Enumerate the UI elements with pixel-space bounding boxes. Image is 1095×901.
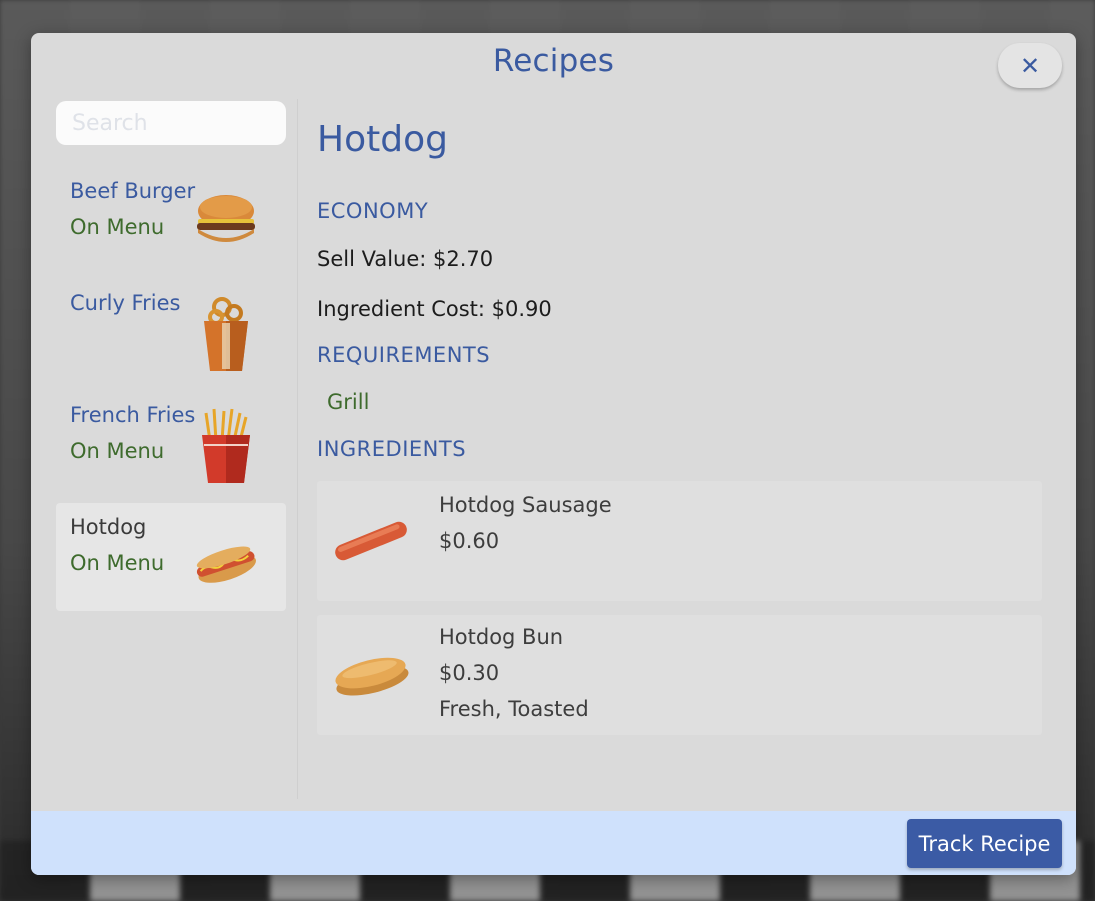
ingredient-price: $0.60 <box>439 529 500 553</box>
hotdog-icon <box>196 546 256 583</box>
recipes-modal: Recipes ✕ Beef Burger On Menu Curly Frie… <box>31 33 1076 875</box>
search-input[interactable] <box>56 101 286 145</box>
ingredient-card-bun: Hotdog Bun $0.30 Fresh, Toasted <box>317 615 1042 735</box>
bun-icon <box>335 657 409 696</box>
recipe-detail: Hotdog ECONOMY Sell Value: $2.70 Ingredi… <box>317 99 1042 799</box>
recipe-status: On Menu <box>70 215 165 239</box>
french-fries-icon <box>202 408 250 483</box>
ingredient-name: Hotdog Sausage <box>439 493 612 517</box>
ingredient-price: $0.30 <box>439 661 500 685</box>
modal-title: Recipes <box>492 43 615 79</box>
recipe-item-hotdog[interactable]: Hotdog On Menu <box>56 503 286 611</box>
requirements-heading: REQUIREMENTS <box>317 343 491 367</box>
ingredient-name: Hotdog Bun <box>439 625 564 649</box>
close-button[interactable]: ✕ <box>998 43 1062 88</box>
recipe-item-beef-burger[interactable]: Beef Burger On Menu <box>56 167 286 275</box>
recipe-item-french-fries[interactable]: French Fries On Menu <box>56 391 286 499</box>
recipe-status: On Menu <box>70 551 165 575</box>
economy-heading: ECONOMY <box>317 199 429 223</box>
requirement-item: Grill <box>327 390 370 414</box>
recipe-title: Hotdog <box>317 119 448 160</box>
recipe-name: Beef Burger <box>70 179 196 203</box>
ingredients-heading: INGREDIENTS <box>317 437 467 461</box>
burger-icon <box>197 195 255 242</box>
recipe-name: French Fries <box>70 403 196 427</box>
recipe-name: Curly Fries <box>70 291 181 315</box>
modal-footer: Track Recipe <box>31 811 1076 875</box>
track-recipe-button[interactable]: Track Recipe <box>907 819 1062 868</box>
ingredient-modifiers: Fresh, Toasted <box>439 697 589 721</box>
curly-fries-icon <box>204 297 248 371</box>
ingredient-cost: Ingredient Cost: $0.90 <box>317 297 552 321</box>
recipe-status: On Menu <box>70 439 165 463</box>
recipe-item-curly-fries[interactable]: Curly Fries <box>56 279 286 387</box>
sausage-icon <box>335 521 407 561</box>
close-icon: ✕ <box>1019 51 1041 80</box>
sell-value: Sell Value: $2.70 <box>317 247 494 271</box>
ingredient-card-sausage: Hotdog Sausage $0.60 <box>317 481 1042 601</box>
recipe-name: Hotdog <box>70 515 147 539</box>
recipe-sidebar: Beef Burger On Menu Curly Fries <box>31 99 298 799</box>
